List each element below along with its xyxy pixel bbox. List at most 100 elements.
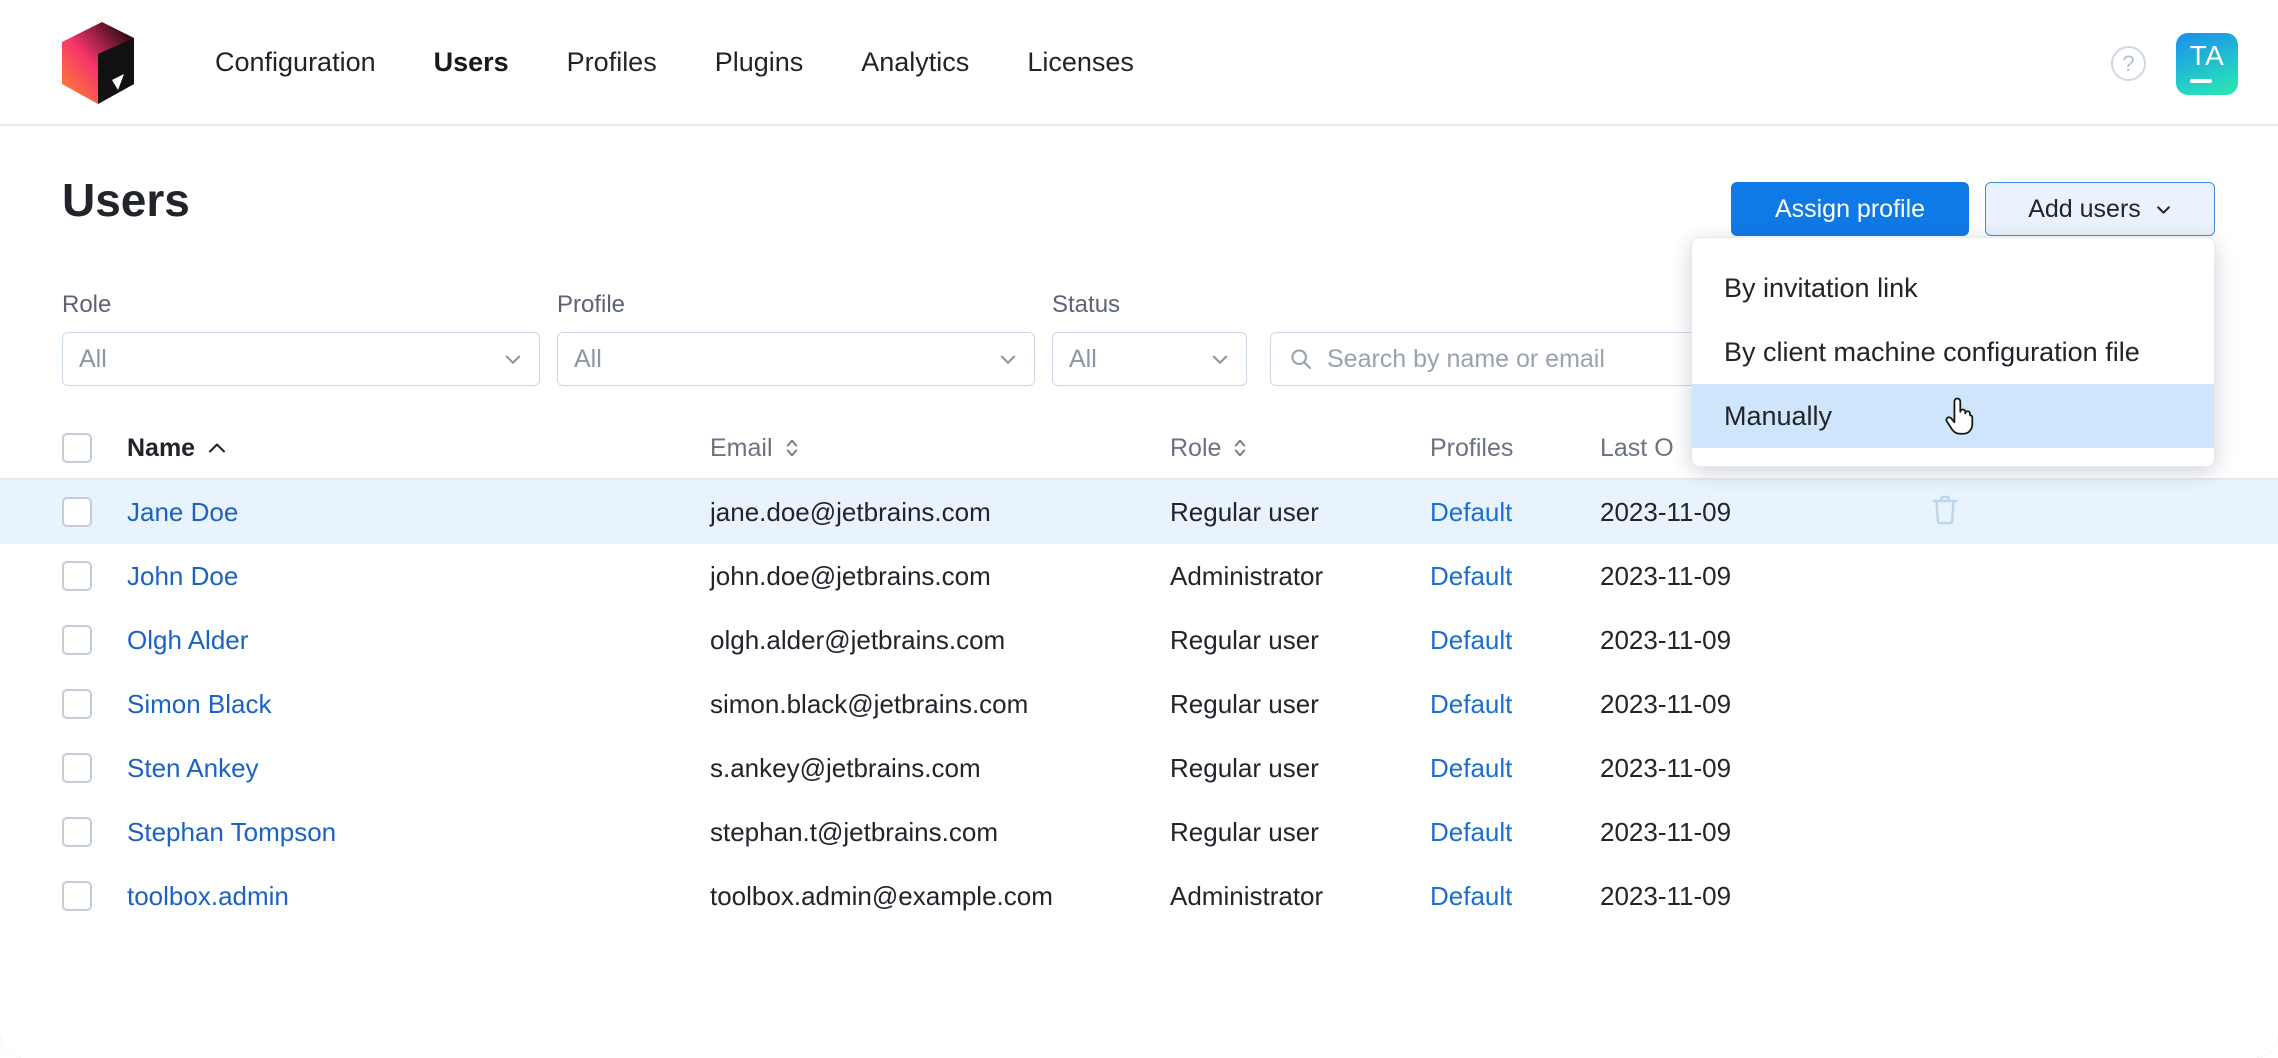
role-filter-select[interactable]: All — [62, 332, 540, 386]
user-name-link[interactable]: Sten Ankey — [92, 753, 710, 784]
chevron-down-icon — [1000, 355, 1016, 364]
chevron-down-icon — [2156, 205, 2170, 214]
row-checkbox[interactable] — [62, 625, 92, 655]
column-header-email[interactable]: Email — [710, 434, 1170, 463]
user-last-online: 2023-11-09 — [1600, 816, 1732, 847]
user-email: john.doe@jetbrains.com — [710, 560, 991, 591]
user-role: Administrator — [1170, 880, 1324, 911]
nav-item-configuration[interactable]: Configuration — [186, 0, 405, 124]
user-role: Administrator — [1170, 560, 1324, 591]
profile-filter-select[interactable]: All — [557, 332, 1035, 386]
user-name-link[interactable]: Jane Doe — [92, 497, 710, 528]
status-filter-select[interactable]: All — [1052, 332, 1247, 386]
search-icon — [1291, 349, 1312, 370]
column-header-name-label: Name — [127, 433, 196, 462]
avatar-underscore — [2190, 79, 2212, 83]
table-row[interactable]: John Doe john.doe@jetbrains.com Administra… — [0, 544, 2278, 608]
chevron-down-icon — [1212, 355, 1228, 364]
dropdown-item-by-invitation-link[interactable]: By invitation link — [1692, 256, 2214, 320]
user-email: s.ankey@jetbrains.com — [710, 752, 981, 783]
row-actions — [1930, 493, 2230, 532]
profile-filter-value: All — [574, 344, 602, 373]
user-email: simon.black@jetbrains.com — [710, 688, 1029, 719]
user-email: stephan.t@jetbrains.com — [710, 816, 998, 847]
row-checkbox[interactable] — [62, 561, 92, 591]
filter-label-role: Role — [62, 291, 112, 318]
window-corner-right — [2252, 1032, 2278, 1058]
user-last-online: 2023-11-09 — [1600, 688, 1732, 719]
dropdown-item-by-client-machine-configuration-file[interactable]: By client machine configuration file — [1692, 320, 2214, 384]
user-role: Regular user — [1170, 624, 1319, 655]
help-circle-icon[interactable]: ? — [2111, 46, 2146, 81]
user-last-online: 2023-11-09 — [1600, 496, 1732, 527]
avatar-initials: TA — [2189, 40, 2225, 71]
add-users-dropdown-menu: By invitation link By client machine con… — [1691, 237, 2215, 467]
column-header-role-label: Role — [1170, 433, 1222, 462]
user-profile-link[interactable]: Default — [1430, 881, 1600, 912]
row-checkbox[interactable] — [62, 689, 92, 719]
top-navigation-bar: Configuration Users Profiles Plugins Ana… — [0, 0, 2278, 126]
user-last-online: 2023-11-09 — [1600, 560, 1732, 591]
add-users-button[interactable]: Add users — [1985, 182, 2215, 236]
row-checkbox[interactable] — [62, 753, 92, 783]
user-name-link[interactable]: toolbox.admin — [92, 881, 710, 912]
assign-profile-button[interactable]: Assign profile — [1731, 182, 1969, 236]
column-header-name[interactable]: Name — [92, 434, 710, 463]
nav-item-analytics[interactable]: Analytics — [832, 0, 998, 124]
table-row[interactable]: toolbox.admin toolbox.admin@example.com Ad… — [0, 864, 2278, 928]
user-role: Regular user — [1170, 496, 1319, 527]
user-profile-link[interactable]: Default — [1430, 497, 1600, 528]
main-nav: Configuration Users Profiles Plugins Ana… — [186, 0, 1163, 124]
sort-both-icon — [1235, 439, 1246, 457]
user-last-online: 2023-11-09 — [1600, 752, 1732, 783]
column-header-profiles: Profiles — [1430, 433, 1514, 462]
row-checkbox[interactable] — [62, 881, 92, 911]
column-header-email-label: Email — [710, 433, 773, 462]
user-profile-link[interactable]: Default — [1430, 753, 1600, 784]
table-row[interactable]: Stephan Tompson stephan.t@jetbrains.com Re… — [0, 800, 2278, 864]
users-table: Name Email Role Profiles Last O Jane Doe… — [0, 418, 2278, 928]
avatar[interactable]: TA — [2176, 33, 2238, 95]
user-role: Regular user — [1170, 816, 1319, 847]
select-all-checkbox[interactable] — [62, 433, 92, 463]
window-corner-right-inner — [2252, 1032, 2278, 1058]
sort-asc-icon — [209, 443, 226, 453]
row-checkbox[interactable] — [62, 497, 92, 527]
nav-item-licenses[interactable]: Licenses — [998, 0, 1163, 124]
dropdown-item-manually[interactable]: Manually — [1692, 384, 2214, 448]
nav-item-plugins[interactable]: Plugins — [686, 0, 833, 124]
page-title: Users — [62, 174, 190, 226]
nav-item-users[interactable]: Users — [405, 0, 538, 124]
table-row[interactable]: Simon Black simon.black@jetbrains.com Regu… — [0, 672, 2278, 736]
jetbrains-toolbox-logo[interactable] — [62, 22, 134, 104]
status-filter-value: All — [1069, 344, 1097, 373]
user-name-link[interactable]: Olgh Alder — [92, 625, 710, 656]
user-name-link[interactable]: Stephan Tompson — [92, 817, 710, 848]
table-row[interactable]: Jane Doe jane.doe@jetbrains.com Regular us… — [0, 480, 2278, 544]
nav-item-profiles[interactable]: Profiles — [538, 0, 686, 124]
column-header-role[interactable]: Role — [1170, 434, 1430, 463]
sort-both-icon — [786, 439, 797, 457]
user-name-link[interactable]: Simon Black — [92, 689, 710, 720]
user-name-link[interactable]: John Doe — [92, 561, 710, 592]
window-corner-left-inner — [0, 1032, 26, 1058]
table-row[interactable]: Olgh Alder olgh.alder@jetbrains.com Regula… — [0, 608, 2278, 672]
filter-label-status: Status — [1052, 291, 1121, 318]
user-last-online: 2023-11-09 — [1600, 624, 1732, 655]
user-profile-link[interactable]: Default — [1430, 689, 1600, 720]
filter-label-profile: Profile — [557, 291, 626, 318]
user-profile-link[interactable]: Default — [1430, 561, 1600, 592]
user-email: jane.doe@jetbrains.com — [710, 496, 991, 527]
user-role: Regular user — [1170, 752, 1319, 783]
user-email: olgh.alder@jetbrains.com — [710, 624, 1006, 655]
chevron-down-icon — [505, 355, 521, 364]
user-profile-link[interactable]: Default — [1430, 817, 1600, 848]
trash-icon[interactable] — [1930, 493, 1960, 527]
user-last-online: 2023-11-09 — [1600, 880, 1732, 911]
add-users-label: Add users — [2028, 194, 2141, 223]
logo-icon — [62, 22, 134, 104]
table-row[interactable]: Sten Ankey s.ankey@jetbrains.com Regular u… — [0, 736, 2278, 800]
user-profile-link[interactable]: Default — [1430, 625, 1600, 656]
user-role: Regular user — [1170, 688, 1319, 719]
row-checkbox[interactable] — [62, 817, 92, 847]
